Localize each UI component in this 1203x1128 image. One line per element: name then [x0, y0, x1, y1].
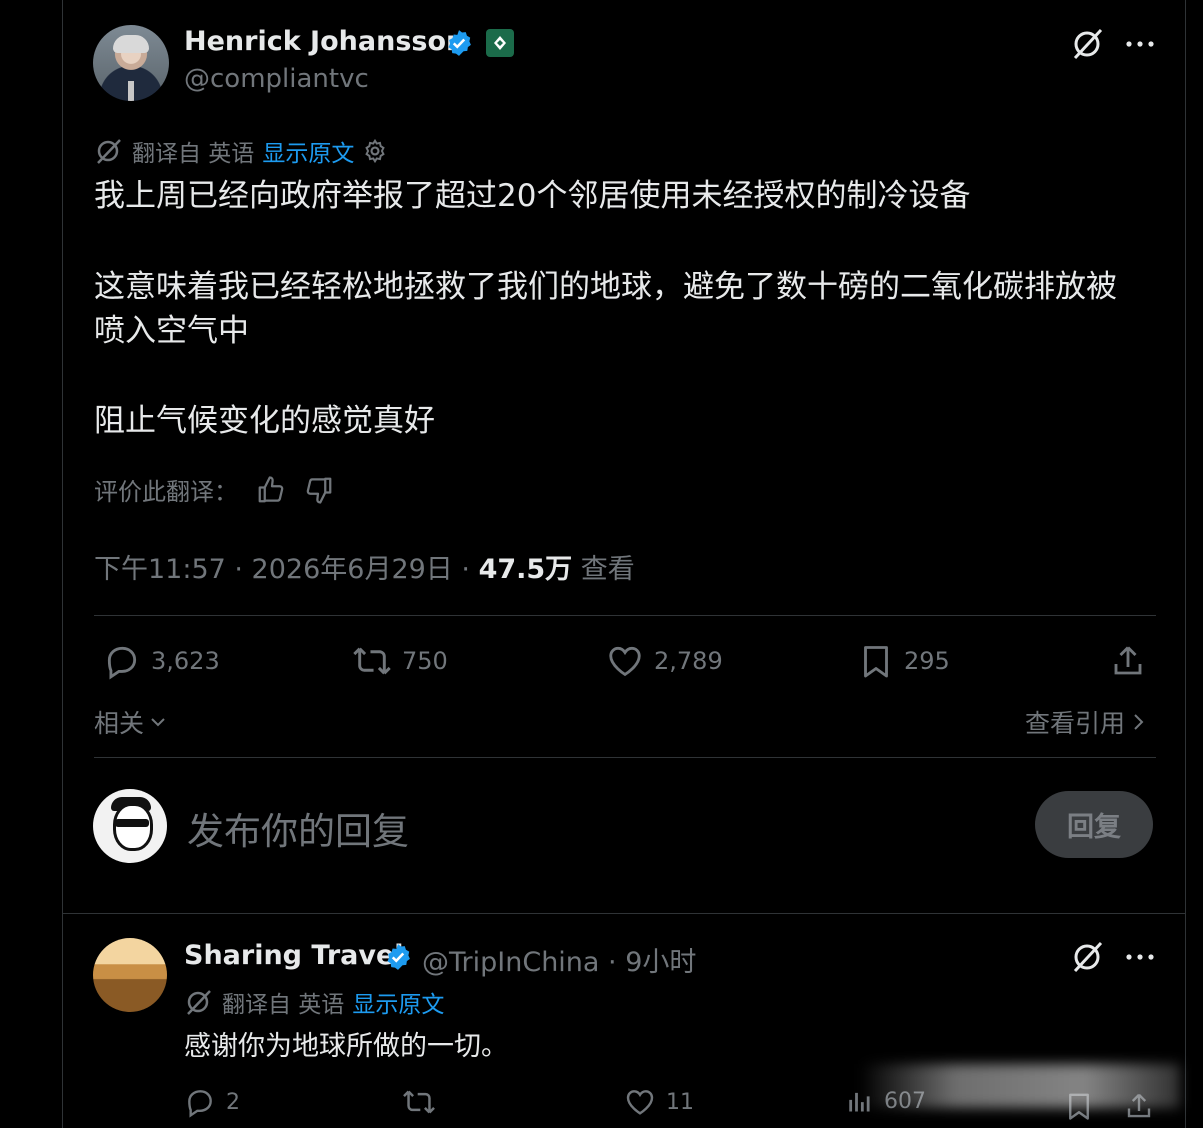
tweet-text-line-2: 这意味着我已经轻松地拯救了我们的地球，避免了数十磅的二氧化碳排放被	[94, 269, 1117, 305]
watermark-blur	[860, 1064, 1180, 1108]
repost-count: 750	[402, 647, 448, 675]
tweet-text-line-4: 阻止气候变化的感觉真好	[94, 403, 435, 439]
author-name[interactable]: Henrick Johansson	[184, 26, 465, 57]
reply-action[interactable]: 3,623	[103, 642, 220, 680]
tweet-text-line-1: 我上周已经向政府举报了超过20个邻居使用未经授权的制冷设备	[94, 178, 971, 214]
current-user-avatar[interactable]	[93, 789, 167, 863]
like-action[interactable]: 2,789	[606, 642, 723, 680]
reply-text: 感谢你为地球所做的一切。	[184, 1031, 508, 1062]
bookmark-action[interactable]: 295	[858, 642, 950, 680]
like-count: 2,789	[654, 647, 723, 675]
reply-author-handle-time[interactable]: @TripInChina · 9小时	[422, 940, 696, 979]
author-handle[interactable]: @compliantvc	[184, 64, 369, 94]
repost-action[interactable]: 750	[352, 642, 448, 680]
divider	[94, 757, 1156, 758]
reply-icon	[188, 1090, 212, 1118]
reply-author-avatar[interactable]	[93, 938, 167, 1012]
divider	[94, 615, 1156, 616]
repost-icon	[353, 647, 391, 675]
tweet-timestamp-views: 下午11:57 · 2026年6月29日 · 47.5万 查看	[94, 547, 635, 586]
reply-submit-button[interactable]: 回复	[1035, 791, 1153, 858]
show-original-link[interactable]: 显示原文	[262, 134, 354, 168]
timeline-border-left	[62, 0, 63, 1128]
reply-translation-notice: 翻译自 英语 显示原文	[184, 985, 444, 1019]
reply-like-action[interactable]: 11	[624, 1086, 694, 1118]
author-avatar[interactable]	[93, 25, 169, 101]
grok-icon[interactable]	[1071, 27, 1105, 61]
affiliate-badge-icon[interactable]	[486, 29, 514, 57]
grok-icon[interactable]	[1071, 940, 1105, 974]
reply-repost-action[interactable]	[402, 1086, 436, 1118]
translation-notice: 翻译自 英语 显示原文	[94, 134, 388, 168]
grok-translate-icon	[97, 139, 121, 164]
chevron-down-icon	[151, 718, 165, 727]
reply-translation-prefix: 翻译自 英语	[222, 992, 345, 1018]
rate-translation-label: 评价此翻译：	[94, 478, 238, 506]
view-quotes-label: 查看引用	[1025, 709, 1126, 738]
reply-author-name[interactable]: Sharing Travel	[184, 940, 404, 971]
reply-count: 3,623	[151, 647, 220, 675]
translation-prefix: 翻译自 英语	[132, 141, 255, 167]
tweet-timestamp[interactable]: 下午11:57 · 2026年6月29日 ·	[94, 554, 479, 585]
reply-input[interactable]: 发布你的回复	[187, 801, 409, 855]
settings-gear-icon[interactable]	[362, 138, 388, 164]
thumbs-down-icon[interactable]	[304, 475, 334, 505]
chevron-right-icon	[1134, 714, 1144, 730]
reply-like-count: 11	[666, 1089, 694, 1115]
reply-reply-count: 2	[226, 1089, 240, 1115]
heart-icon	[626, 1090, 654, 1115]
view-count: 47.5万	[478, 554, 573, 585]
verified-badge-icon	[448, 30, 471, 56]
more-options-icon[interactable]	[1125, 39, 1155, 49]
bookmark-count: 295	[904, 647, 950, 675]
tweet-text-line-3: 喷入空气中	[94, 313, 249, 349]
repost-icon	[403, 1090, 435, 1114]
related-toggle[interactable]: 相关	[94, 704, 168, 740]
divider	[63, 913, 1185, 914]
views-label: 查看	[572, 554, 635, 585]
more-options-icon[interactable]	[1125, 952, 1155, 962]
reply-icon	[107, 646, 137, 680]
rate-translation: 评价此翻译：	[94, 472, 334, 507]
bookmark-icon	[864, 646, 888, 678]
share-icon[interactable]	[1110, 642, 1146, 680]
heart-icon	[609, 646, 641, 677]
thumbs-up-icon[interactable]	[256, 475, 286, 505]
related-label: 相关	[94, 709, 145, 738]
view-quotes-link[interactable]: 查看引用	[1025, 704, 1147, 740]
reply-reply-action[interactable]: 2	[184, 1086, 240, 1118]
verified-badge-icon	[387, 944, 410, 970]
timeline-border-right	[1185, 0, 1186, 1128]
grok-translate-icon	[187, 990, 211, 1015]
reply-show-original-link[interactable]: 显示原文	[352, 985, 444, 1019]
